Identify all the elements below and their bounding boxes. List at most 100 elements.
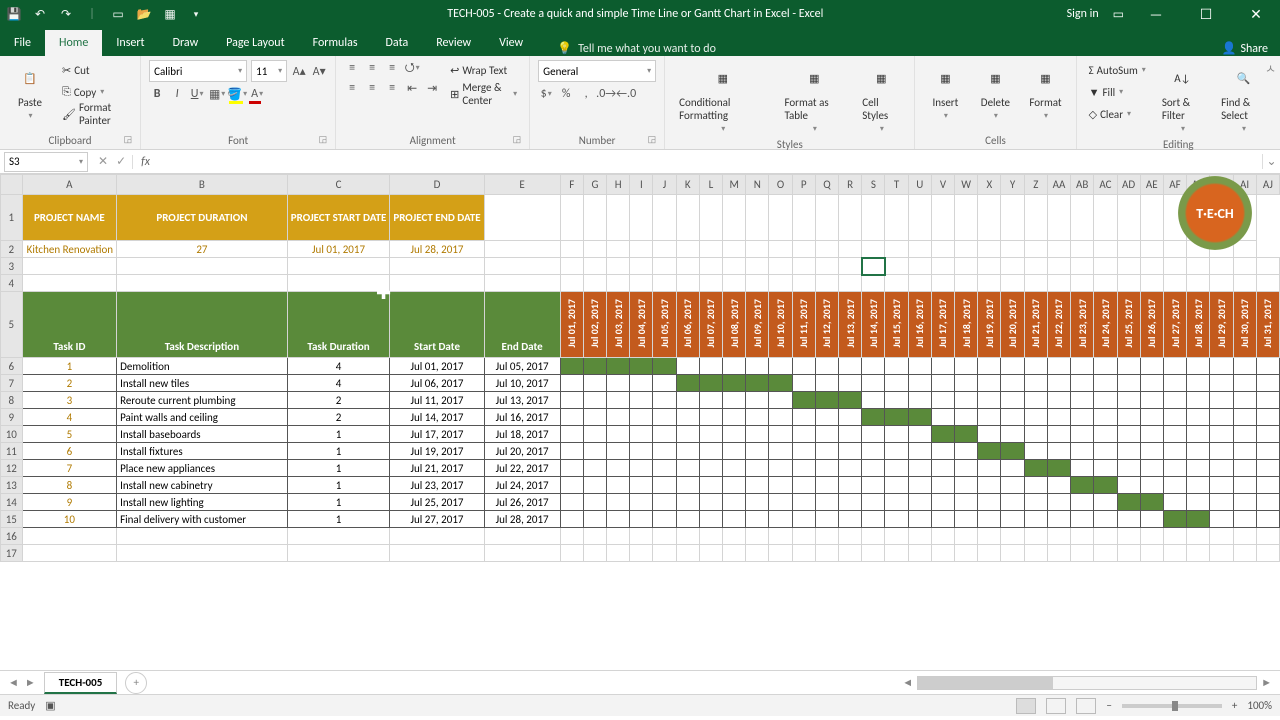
task-end[interactable]: Jul 16, 2017 <box>484 409 560 426</box>
gantt-cell[interactable] <box>1117 511 1140 528</box>
cell[interactable] <box>484 258 560 275</box>
save-icon[interactable]: 💾 <box>6 6 22 22</box>
comma-icon[interactable]: , <box>578 86 594 102</box>
gantt-cell[interactable] <box>1094 375 1117 392</box>
cell[interactable] <box>955 258 978 275</box>
page-break-view-button[interactable] <box>1076 698 1096 714</box>
horizontal-scrollbar[interactable] <box>917 676 1257 690</box>
col-header[interactable]: I <box>630 175 653 195</box>
quickprint-icon[interactable]: ▦ <box>162 6 178 22</box>
row-header[interactable]: 16 <box>1 528 23 545</box>
col-header[interactable]: AC <box>1094 175 1117 195</box>
underline-button[interactable]: U▾ <box>189 86 205 102</box>
gantt-cell[interactable] <box>583 443 606 460</box>
gantt-cell[interactable] <box>1047 409 1070 426</box>
gantt-cell[interactable] <box>560 443 583 460</box>
cell[interactable] <box>1210 258 1233 275</box>
cell[interactable] <box>390 258 484 275</box>
row-header[interactable]: 8 <box>1 392 23 409</box>
gantt-cell[interactable] <box>908 511 931 528</box>
align-middle-icon[interactable]: ≡ <box>364 60 380 76</box>
task-start[interactable]: Jul 11, 2017 <box>390 392 484 409</box>
expand-formula-icon[interactable]: ⌄ <box>1262 154 1280 169</box>
gantt-cell[interactable] <box>1140 375 1163 392</box>
tab-insert[interactable]: Insert <box>102 30 158 56</box>
gantt-cell[interactable] <box>862 409 885 426</box>
col-header[interactable]: E <box>484 175 560 195</box>
gantt-cell[interactable] <box>1256 426 1279 443</box>
gantt-cell[interactable] <box>583 460 606 477</box>
gantt-cell[interactable] <box>885 494 908 511</box>
gantt-cell[interactable] <box>1163 443 1186 460</box>
copy-button[interactable]: ⎘ Copy▾ <box>58 82 132 102</box>
gantt-cell[interactable] <box>676 460 699 477</box>
row-header[interactable]: 1 <box>1 195 23 241</box>
gantt-cell[interactable] <box>1047 494 1070 511</box>
gantt-cell[interactable] <box>862 511 885 528</box>
italic-button[interactable]: I <box>169 86 185 102</box>
gantt-cell[interactable] <box>653 392 676 409</box>
gantt-cell[interactable] <box>769 511 792 528</box>
gantt-cell[interactable] <box>1071 460 1094 477</box>
gantt-cell[interactable] <box>1210 392 1233 409</box>
gantt-cell[interactable] <box>607 358 630 375</box>
col-header[interactable]: X <box>978 175 1001 195</box>
col-header[interactable]: N <box>746 175 769 195</box>
gantt-cell[interactable] <box>653 494 676 511</box>
gantt-cell[interactable] <box>931 392 954 409</box>
gantt-cell[interactable] <box>815 511 838 528</box>
gantt-cell[interactable] <box>792 511 815 528</box>
gantt-cell[interactable] <box>955 511 978 528</box>
col-header[interactable]: P <box>792 175 815 195</box>
gantt-cell[interactable] <box>1024 426 1047 443</box>
gantt-cell[interactable] <box>1094 358 1117 375</box>
task-start[interactable]: Jul 17, 2017 <box>390 426 484 443</box>
cell[interactable] <box>676 258 699 275</box>
cell[interactable] <box>792 258 815 275</box>
gantt-cell[interactable] <box>1163 494 1186 511</box>
gantt-cell[interactable] <box>862 375 885 392</box>
gantt-cell[interactable] <box>1047 358 1070 375</box>
gantt-cell[interactable] <box>1024 477 1047 494</box>
task-start[interactable]: Jul 19, 2017 <box>390 443 484 460</box>
gantt-cell[interactable] <box>1117 477 1140 494</box>
col-header[interactable]: AA <box>1047 175 1070 195</box>
gantt-cell[interactable] <box>1047 426 1070 443</box>
gantt-cell[interactable] <box>1140 409 1163 426</box>
task-id[interactable]: 8 <box>22 477 116 494</box>
font-dialog-icon[interactable]: ◲ <box>319 134 328 145</box>
tab-formulas[interactable]: Formulas <box>299 30 372 56</box>
gantt-cell[interactable] <box>1024 460 1047 477</box>
zoom-out-button[interactable]: − <box>1106 699 1111 712</box>
task-id[interactable]: 10 <box>22 511 116 528</box>
task-desc[interactable]: Install fixtures <box>117 443 288 460</box>
cell[interactable] <box>1071 258 1094 275</box>
gantt-cell[interactable] <box>1233 477 1256 494</box>
new-sheet-button[interactable]: + <box>125 672 147 694</box>
gantt-cell[interactable] <box>931 426 954 443</box>
gantt-cell[interactable] <box>653 477 676 494</box>
gantt-cell[interactable] <box>630 409 653 426</box>
col-header[interactable]: K <box>676 175 699 195</box>
tab-pagelayout[interactable]: Page Layout <box>212 30 298 56</box>
col-header[interactable]: S <box>862 175 885 195</box>
task-start[interactable]: Jul 27, 2017 <box>390 511 484 528</box>
gantt-cell[interactable] <box>1233 426 1256 443</box>
gantt-cell[interactable] <box>885 477 908 494</box>
task-desc[interactable]: Demolition <box>117 358 288 375</box>
gantt-cell[interactable] <box>1210 409 1233 426</box>
gantt-cell[interactable] <box>1210 375 1233 392</box>
gantt-cell[interactable] <box>978 477 1001 494</box>
normal-view-button[interactable] <box>1016 698 1036 714</box>
clipboard-dialog-icon[interactable]: ◲ <box>124 134 133 145</box>
gantt-cell[interactable] <box>885 460 908 477</box>
gantt-cell[interactable] <box>955 477 978 494</box>
gantt-cell[interactable] <box>1047 477 1070 494</box>
gantt-cell[interactable] <box>1094 409 1117 426</box>
gantt-cell[interactable] <box>862 460 885 477</box>
gantt-cell[interactable] <box>1256 477 1279 494</box>
fill-color-button[interactable]: 🪣▾ <box>229 86 245 102</box>
gantt-cell[interactable] <box>699 494 722 511</box>
gantt-cell[interactable] <box>1163 460 1186 477</box>
gantt-cell[interactable] <box>583 426 606 443</box>
